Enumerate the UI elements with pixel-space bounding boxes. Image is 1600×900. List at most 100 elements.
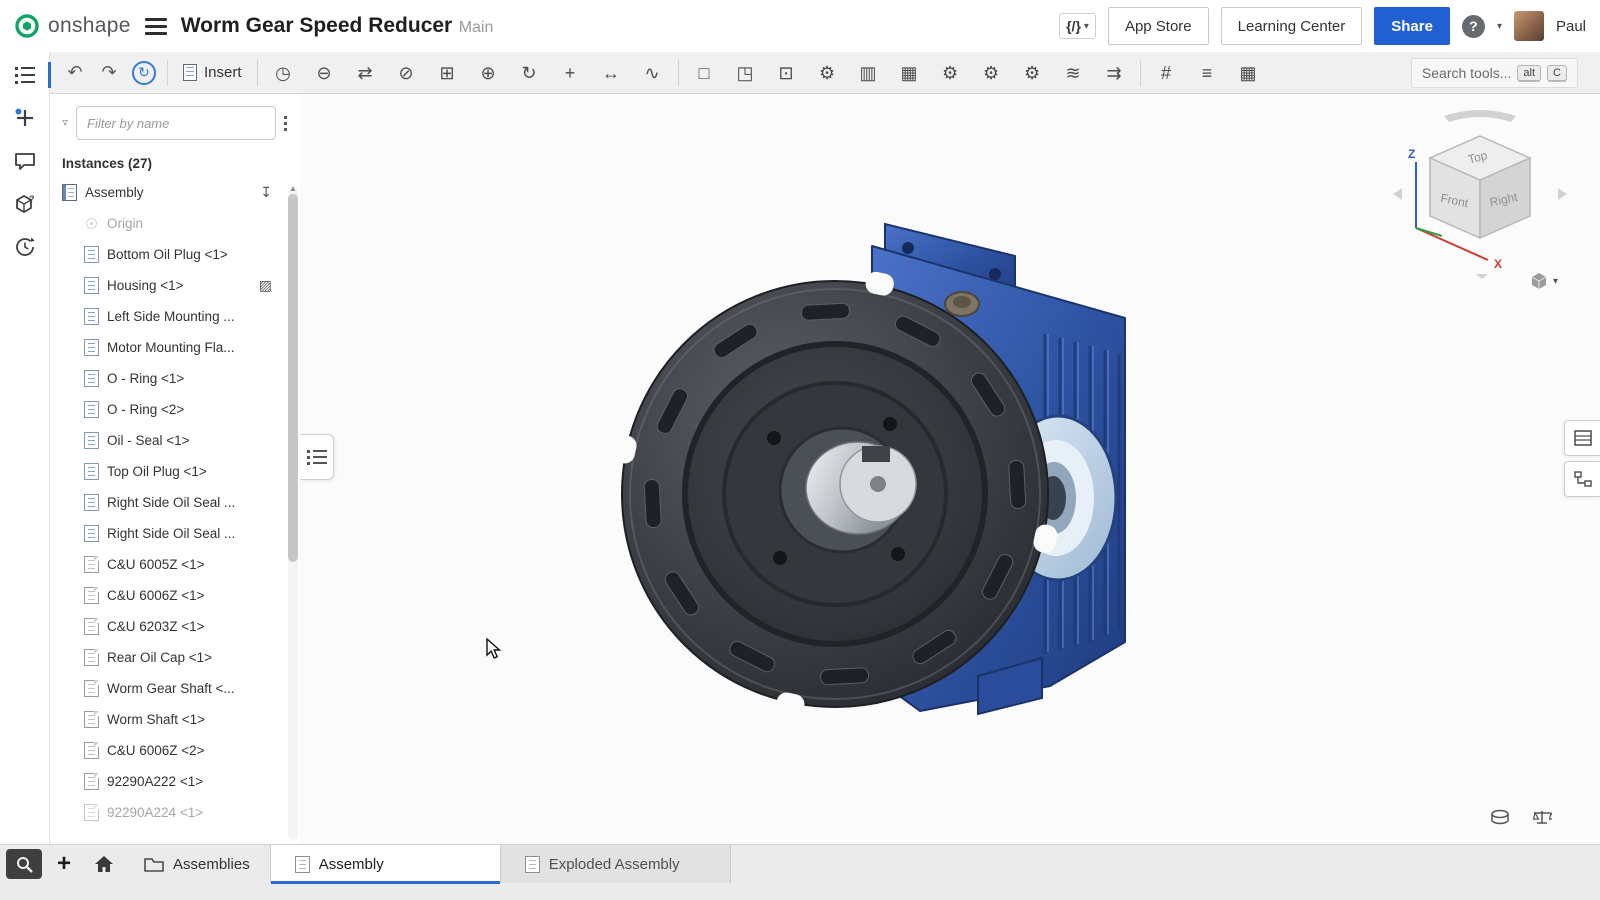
box-select-icon[interactable]: □ xyxy=(684,53,725,93)
tree-item-top-oil-plug[interactable]: Top Oil Plug <1> xyxy=(50,456,300,487)
bom-flyout-button[interactable] xyxy=(1564,420,1600,456)
tab-exploded-assembly[interactable]: Exploded Assembly xyxy=(501,845,731,883)
panel-scrollbar[interactable]: ▲ xyxy=(288,186,298,840)
insert-part-icon[interactable]: ◳ xyxy=(725,53,766,93)
exploded-view-icon[interactable]: ⇉ xyxy=(1094,53,1135,93)
filter-input[interactable] xyxy=(76,106,276,140)
toolbar-separator xyxy=(167,60,168,86)
named-views-icon[interactable]: ◷ xyxy=(263,53,304,93)
pattern-icon[interactable]: ▦ xyxy=(889,53,930,93)
tree-item-motor-mounting-flange[interactable]: Motor Mounting Fla... xyxy=(50,332,300,363)
tree-item-assembly[interactable]: Assembly ↧ xyxy=(50,177,300,208)
part-icon xyxy=(84,277,99,294)
tab-assembly[interactable]: Assembly xyxy=(271,845,501,883)
comb-relation-icon[interactable]: ≋ xyxy=(1053,53,1094,93)
tree-item-92290a222[interactable]: 92290A222 <1> xyxy=(50,766,300,797)
help-icon[interactable]: ? xyxy=(1462,15,1485,38)
insert-panel-button[interactable] xyxy=(10,103,40,133)
new-tab-button[interactable]: + xyxy=(44,845,84,883)
model-tree-panel-button[interactable] xyxy=(10,60,40,90)
tab-label: Assembly xyxy=(319,856,384,873)
rack-pinion-relation-icon[interactable]: ⚙ xyxy=(971,53,1012,93)
featurescript-button[interactable]: {/} xyxy=(1059,13,1096,39)
part-icon xyxy=(62,184,77,201)
trail-icon[interactable]: ↧ xyxy=(260,184,272,201)
tree-item-cu-6006z-2[interactable]: C&U 6006Z <2> xyxy=(50,735,300,766)
planar-mate-icon[interactable]: ⊞ xyxy=(427,53,468,93)
instance-label: Oil - Seal <1> xyxy=(107,433,190,448)
view-cube[interactable]: Top Front Right Z X xyxy=(1390,108,1570,280)
trail-icon[interactable]: ▨ xyxy=(259,277,272,294)
kbd-c: C xyxy=(1547,65,1567,81)
tree-item-origin[interactable]: Origin xyxy=(50,208,300,239)
robot-mate-icon[interactable]: ⚙ xyxy=(807,53,848,93)
comments-panel-button[interactable] xyxy=(10,146,40,176)
part-icon xyxy=(84,401,99,418)
tab-assemblies-folder[interactable]: Assemblies xyxy=(124,845,271,883)
measure-scale-icon[interactable] xyxy=(1532,809,1552,830)
tree-item-worm-shaft[interactable]: Worm Shaft <1> xyxy=(50,704,300,735)
rotate-tool-icon[interactable]: ↻ xyxy=(509,53,550,93)
annotation-icon[interactable]: ≡ xyxy=(1187,53,1228,93)
share-button[interactable]: Share xyxy=(1374,7,1450,45)
scrollbar-thumb[interactable] xyxy=(288,194,298,562)
instance-label: 92290A222 <1> xyxy=(107,774,203,789)
svg-text:?: ? xyxy=(29,194,35,204)
worm-gear-speed-reducer-model[interactable] xyxy=(590,206,1150,751)
section-view-icon[interactable] xyxy=(1490,809,1510,830)
tree-item-o-ring-1[interactable]: O - Ring <1> xyxy=(50,363,300,394)
fastened-mate-icon[interactable]: ⊕ xyxy=(468,53,509,93)
revolute-mate-icon[interactable]: ⊘ xyxy=(386,53,427,93)
collapsed-panel-handle[interactable] xyxy=(300,434,334,480)
tree-item-o-ring-2[interactable]: O - Ring <2> xyxy=(50,394,300,425)
avatar[interactable] xyxy=(1514,11,1544,41)
filter-funnel-icon[interactable] xyxy=(62,114,68,132)
model-tree-icon xyxy=(14,65,36,85)
tree-item-cu-6005z[interactable]: C&U 6005Z <1> xyxy=(50,549,300,580)
model-canvas[interactable]: Top Front Right Z X xyxy=(300,94,1600,844)
slider-mate-icon[interactable]: ⇄ xyxy=(345,53,386,93)
tree-item-right-side-oil-seal-2[interactable]: Right Side Oil Seal ... xyxy=(50,518,300,549)
tree-item-right-side-oil-seal-1[interactable]: Right Side Oil Seal ... xyxy=(50,487,300,518)
undo-icon[interactable]: ↶ xyxy=(58,62,92,83)
instance-label: C&U 6006Z <2> xyxy=(107,743,205,758)
insert-cylinder-icon[interactable]: ⊡ xyxy=(766,53,807,93)
linear-motion-icon[interactable]: ↔ xyxy=(591,53,632,93)
tree-item-left-side-mounting[interactable]: Left Side Mounting ... xyxy=(50,301,300,332)
insert-button[interactable]: Insert xyxy=(173,64,252,81)
list-view-icon[interactable] xyxy=(284,115,290,131)
search-tabs-button[interactable] xyxy=(6,849,42,879)
bom-table-icon[interactable]: ▦ xyxy=(1228,53,1269,93)
part-icon xyxy=(84,773,99,790)
chevron-down-icon[interactable] xyxy=(1497,21,1502,32)
home-button[interactable] xyxy=(84,845,124,883)
redo-icon[interactable]: ↷ xyxy=(92,62,126,83)
screw-relation-icon[interactable]: ⚙ xyxy=(1012,53,1053,93)
spline-motion-icon[interactable]: ∿ xyxy=(632,53,673,93)
hide-instances-icon[interactable]: # xyxy=(1146,53,1187,93)
tree-item-cu-6203z[interactable]: C&U 6203Z <1> xyxy=(50,611,300,642)
tree-item-92290a224[interactable]: 92290A224 <1> xyxy=(50,797,300,828)
gear-relation-icon[interactable]: ⚙ xyxy=(930,53,971,93)
exploded-assembly-tab-icon xyxy=(525,856,540,873)
parts-panel-button[interactable]: ? xyxy=(10,189,40,219)
group-icon[interactable]: ▥ xyxy=(848,53,889,93)
tree-item-worm-gear-shaft[interactable]: Worm Gear Shaft <... xyxy=(50,673,300,704)
tree-item-rear-oil-cap[interactable]: Rear Oil Cap <1> xyxy=(50,642,300,673)
learning-center-button[interactable]: Learning Center xyxy=(1221,7,1363,45)
search-tools[interactable]: Search tools... alt C xyxy=(1411,58,1578,88)
update-icon[interactable]: ↻ xyxy=(132,61,156,85)
history-panel-button[interactable] xyxy=(10,232,40,262)
tree-item-cu-6006z[interactable]: C&U 6006Z <1> xyxy=(50,580,300,611)
view-options-button[interactable] xyxy=(1530,272,1558,290)
onshape-logo[interactable]: onshape xyxy=(14,13,131,39)
tree-item-bottom-oil-plug[interactable]: Bottom Oil Plug <1> xyxy=(50,239,300,270)
main-menu-icon[interactable] xyxy=(145,18,167,35)
cylindrical-mate-icon[interactable]: ⊖ xyxy=(304,53,345,93)
tree-item-housing[interactable]: Housing <1> ▨ xyxy=(50,270,300,301)
tree-item-oil-seal[interactable]: Oil - Seal <1> xyxy=(50,425,300,456)
translate-tool-icon[interactable]: + xyxy=(550,53,591,93)
app-store-button[interactable]: App Store xyxy=(1108,7,1209,45)
structure-flyout-button[interactable] xyxy=(1564,461,1600,497)
scroll-up-icon[interactable]: ▲ xyxy=(289,184,297,193)
